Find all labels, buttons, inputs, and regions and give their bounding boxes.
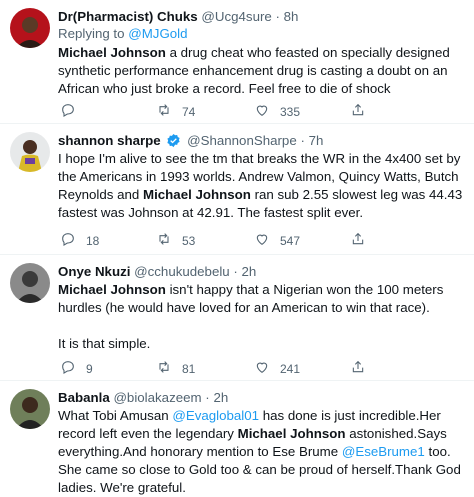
retweet-button[interactable]: 74 xyxy=(156,102,195,121)
author-name[interactable]: shannon sharpe xyxy=(58,133,161,148)
tweet-actions: 9 81 241 xyxy=(58,359,438,377)
replying-handle-link[interactable]: @MJGold xyxy=(128,26,187,41)
tweet-actions: 18 53 547 xyxy=(58,231,438,249)
like-icon xyxy=(254,359,270,378)
retweet-count: 53 xyxy=(182,233,196,248)
share-icon xyxy=(350,231,366,250)
like-count: 547 xyxy=(280,233,301,248)
avatar[interactable] xyxy=(10,389,50,429)
tweet-actions: 74 335 xyxy=(58,102,438,120)
tweet-text-bold: Michael Johnson xyxy=(58,45,166,60)
replying-to: Replying to @MJGold xyxy=(58,25,464,43)
reply-icon xyxy=(60,102,76,121)
separator-dot: · xyxy=(300,133,305,148)
author-name[interactable]: Dr(Pharmacist) Chuks xyxy=(58,9,198,24)
reply-icon xyxy=(60,231,76,250)
retweet-button[interactable]: 53 xyxy=(156,231,195,250)
tweet-text-a: What Tobi Amusan xyxy=(58,408,173,423)
mention-link[interactable]: @EseBrume1 xyxy=(342,444,425,459)
reply-button[interactable]: 9 xyxy=(60,359,93,378)
tweet-text-extra: It is that simple. xyxy=(58,336,151,351)
tweet-text: I hope I'm alive to see the tm that brea… xyxy=(58,150,464,222)
tweet[interactable]: Dr(Pharmacist) Chuks @Ucg4sure · 8h Repl… xyxy=(0,0,474,124)
share-icon xyxy=(350,102,366,121)
retweet-icon xyxy=(156,102,172,121)
tweet-time[interactable]: 2h xyxy=(242,264,257,279)
reply-icon xyxy=(60,359,76,378)
like-count: 335 xyxy=(280,104,301,119)
replying-prefix: Replying to xyxy=(58,26,129,41)
tweet[interactable]: shannon sharpe @ShannonSharpe · 7h I hop… xyxy=(0,124,474,255)
author-handle[interactable]: @cchukudebelu xyxy=(134,264,230,279)
tweet-feed: Dr(Pharmacist) Chuks @Ucg4sure · 8h Repl… xyxy=(0,0,474,495)
author-name[interactable]: Onye Nkuzi xyxy=(58,264,130,279)
tweet-text: Michael Johnson a drug cheat who feasted… xyxy=(58,44,464,98)
retweet-count: 74 xyxy=(182,104,196,119)
avatar[interactable] xyxy=(10,8,50,48)
separator-dot: · xyxy=(205,390,210,405)
reply-button[interactable]: 18 xyxy=(60,231,99,250)
retweet-button[interactable]: 81 xyxy=(156,359,195,378)
like-button[interactable]: 547 xyxy=(254,231,300,250)
like-icon xyxy=(254,102,270,121)
share-button[interactable] xyxy=(350,359,366,378)
tweet-time[interactable]: 8h xyxy=(284,9,299,24)
tweet-text-bold: Michael Johnson xyxy=(58,282,166,297)
author-handle[interactable]: @ShannonSharpe xyxy=(187,133,297,148)
tweet[interactable]: Onye Nkuzi @cchukudebelu · 2h Michael Jo… xyxy=(0,255,474,381)
avatar[interactable] xyxy=(10,132,50,172)
tweet-time[interactable]: 2h xyxy=(213,390,228,405)
like-button[interactable]: 241 xyxy=(254,359,300,378)
reply-count: 18 xyxy=(86,233,100,248)
separator-dot: · xyxy=(275,9,280,24)
retweet-icon xyxy=(156,231,172,250)
separator-dot: · xyxy=(233,264,238,279)
tweet[interactable]: Babanla @biolakazeem · 2h What Tobi Amus… xyxy=(0,381,474,495)
like-button[interactable]: 335 xyxy=(254,102,300,121)
retweet-icon xyxy=(156,359,172,378)
verified-badge-icon xyxy=(166,133,181,148)
tweet-text-bold: Michael Johnson xyxy=(237,426,346,441)
author-name[interactable]: Babanla xyxy=(58,390,110,405)
like-count: 241 xyxy=(280,361,301,376)
tweet-text: Michael Johnson isn't happy that a Niger… xyxy=(58,281,464,317)
share-icon xyxy=(350,359,366,378)
retweet-count: 81 xyxy=(182,361,196,376)
author-handle[interactable]: @Ucg4sure xyxy=(201,9,271,24)
tweet-text-bold: Michael Johnson xyxy=(143,187,251,202)
avatar[interactable] xyxy=(10,263,50,303)
like-icon xyxy=(254,231,270,250)
tweet-time[interactable]: 7h xyxy=(309,133,324,148)
reply-count: 9 xyxy=(86,361,93,376)
reply-button[interactable] xyxy=(60,102,86,121)
share-button[interactable] xyxy=(350,231,366,250)
mention-link[interactable]: @Evaglobal01 xyxy=(172,408,259,423)
author-handle[interactable]: @biolakazeem xyxy=(113,390,201,405)
share-button[interactable] xyxy=(350,102,366,121)
